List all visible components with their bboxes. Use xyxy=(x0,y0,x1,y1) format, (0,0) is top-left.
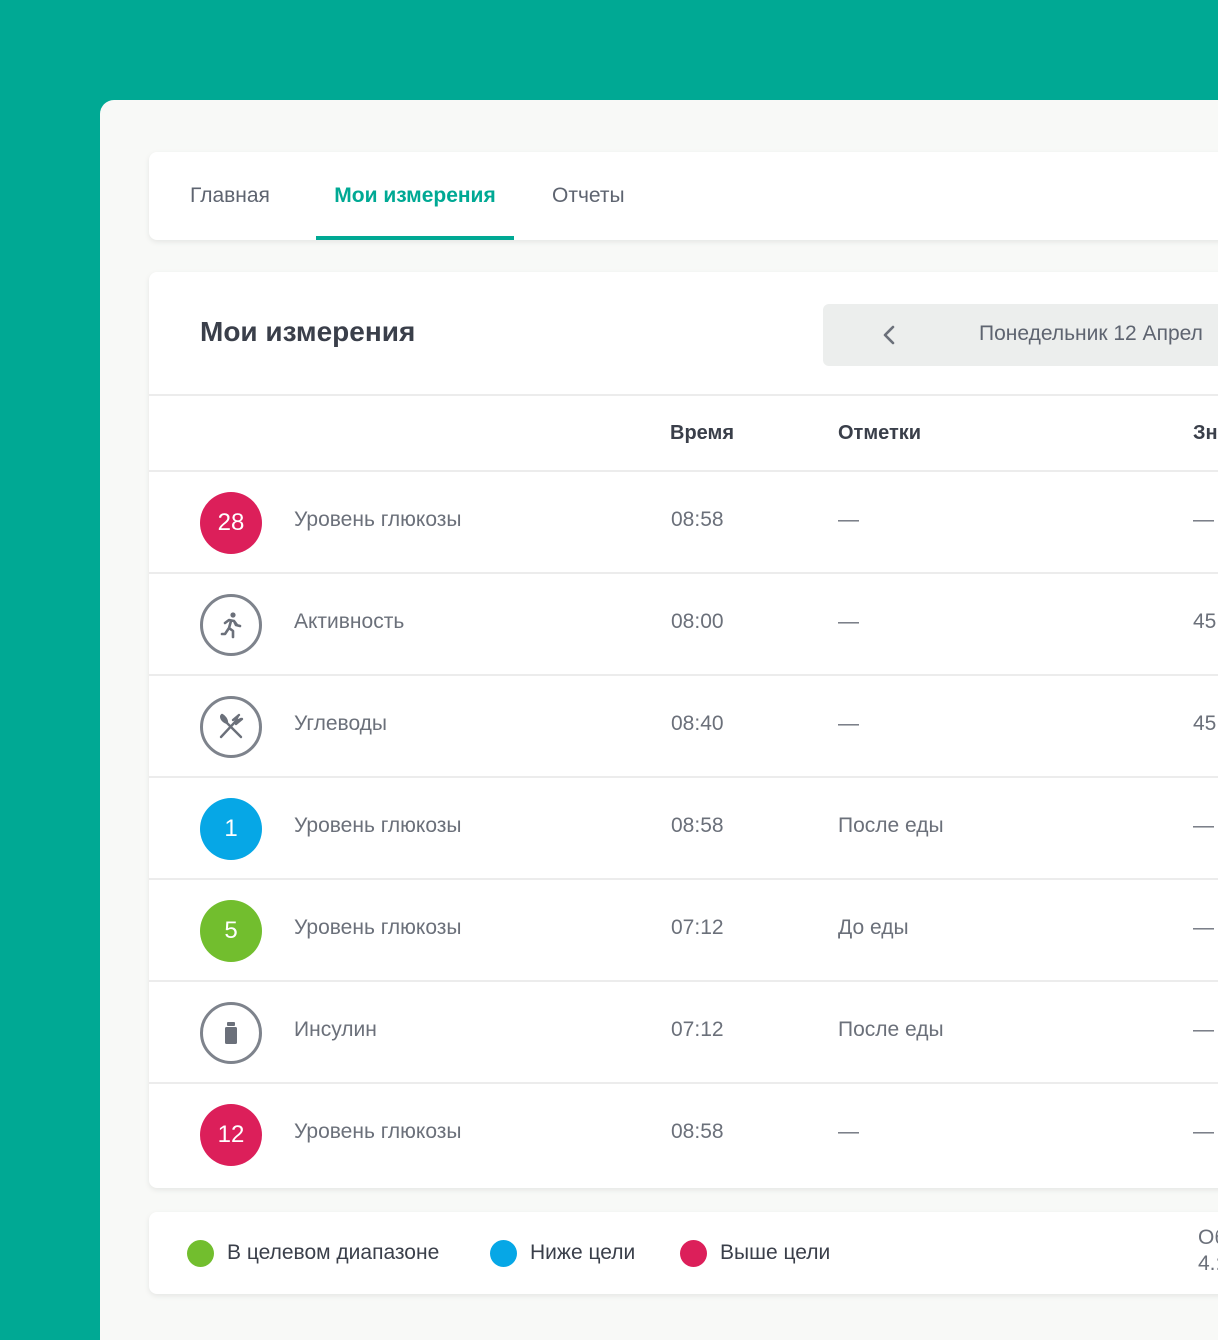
summary-line-2: 4.: xyxy=(1198,1252,1218,1275)
row-time: 07:12 xyxy=(671,916,724,939)
row-value: 45 xyxy=(1193,712,1217,735)
row-time: 08:58 xyxy=(671,814,724,837)
table-row[interactable]: Инсулин 07:12 После еды — xyxy=(149,982,1218,1084)
row-time: 08:58 xyxy=(671,508,724,531)
row-note: — xyxy=(838,610,859,633)
row-time: 08:40 xyxy=(671,712,724,735)
legend-item-in-range: В целевом диапазоне xyxy=(187,1212,439,1294)
running-person-icon xyxy=(200,594,262,656)
red-dot-icon xyxy=(680,1239,707,1267)
insulin-bottle-icon xyxy=(200,1002,262,1064)
row-value: — xyxy=(1193,1120,1214,1143)
legend-item-above: Выше цели xyxy=(680,1212,830,1294)
top-navigation: Главная Мои измерения Отчеты xyxy=(149,152,1218,240)
legend-item-below: Ниже цели xyxy=(490,1212,635,1294)
green-dot-icon xyxy=(187,1239,214,1267)
table-row[interactable]: 12 Уровень глюкозы 08:58 — — xyxy=(149,1084,1218,1186)
row-value: — xyxy=(1193,814,1214,837)
row-note: После еды xyxy=(838,814,944,837)
chevron-left-icon[interactable] xyxy=(879,324,901,346)
row-note: До еды xyxy=(838,916,909,939)
row-value: 45 xyxy=(1193,610,1217,633)
tab-home[interactable]: Главная xyxy=(190,152,270,240)
column-header-value: Зн xyxy=(1193,422,1218,444)
fork-knife-icon xyxy=(200,696,262,758)
glucose-badge: 28 xyxy=(200,492,262,554)
row-name: Инсулин xyxy=(294,1018,377,1041)
table-row[interactable]: Углеводы 08:40 — 45 xyxy=(149,676,1218,778)
row-time: 07:12 xyxy=(671,1018,724,1041)
row-name: Уровень глюкозы xyxy=(294,1120,462,1143)
table-row[interactable]: 1 Уровень глюкозы 08:58 После еды — xyxy=(149,778,1218,880)
row-time: 08:58 xyxy=(671,1120,724,1143)
row-note: — xyxy=(838,1120,859,1143)
active-tab-indicator xyxy=(316,236,514,240)
legend-label: В целевом диапазоне xyxy=(227,1241,440,1264)
row-name: Уровень глюкозы xyxy=(294,916,462,939)
legend: В целевом диапазоне Ниже цели Выше цели … xyxy=(149,1212,1218,1294)
tab-my-measurements[interactable]: Мои измерения xyxy=(316,152,514,240)
blue-dot-icon xyxy=(490,1239,517,1267)
row-value: — xyxy=(1193,508,1214,531)
glucose-badge: 1 xyxy=(200,798,262,860)
tab-reports[interactable]: Отчеты xyxy=(552,152,625,240)
date-picker[interactable]: Понедельник 12 Апрел xyxy=(823,304,1218,366)
legend-label: Выше цели xyxy=(720,1241,831,1264)
row-time: 08:00 xyxy=(671,610,724,633)
column-header-notes: Отметки xyxy=(838,422,922,444)
header-divider xyxy=(149,394,1218,396)
row-name: Углеводы xyxy=(294,712,388,735)
summary-line-1: Об xyxy=(1198,1226,1218,1249)
table-row[interactable]: 5 Уровень глюкозы 07:12 До еды — xyxy=(149,880,1218,982)
glucose-badge: 12 xyxy=(200,1104,262,1166)
legend-label: Ниже цели xyxy=(530,1241,636,1264)
date-label: Понедельник 12 Апрел xyxy=(979,322,1203,345)
page-title: Мои измерения xyxy=(200,316,416,347)
row-note: — xyxy=(838,712,859,735)
legend-summary: Об 4.: xyxy=(1198,1225,1218,1277)
table-row[interactable]: 28 Уровень глюкозы 08:58 — — xyxy=(149,472,1218,574)
row-name: Уровень глюкозы xyxy=(294,508,462,531)
row-note: После еды xyxy=(838,1018,944,1041)
row-name: Уровень глюкозы xyxy=(294,814,462,837)
row-note: — xyxy=(838,508,859,531)
row-value: — xyxy=(1193,1018,1214,1041)
glucose-badge: 5 xyxy=(200,900,262,962)
column-header-time: Время xyxy=(670,422,734,444)
row-value: — xyxy=(1193,916,1214,939)
measurements-card: Мои измерения Понедельник 12 Апрел Время… xyxy=(149,272,1218,1188)
table-row[interactable]: Активность 08:00 — 45 xyxy=(149,574,1218,676)
row-name: Активность xyxy=(294,610,405,633)
app-window: Главная Мои измерения Отчеты Мои измерен… xyxy=(100,100,1218,1340)
